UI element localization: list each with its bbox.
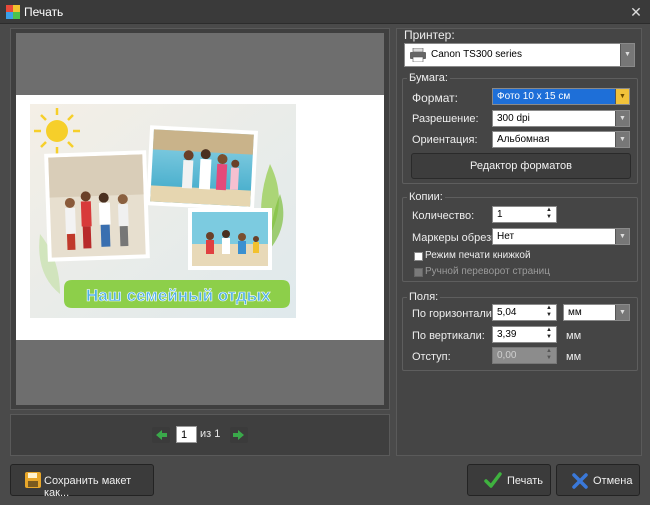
arrow-right-icon	[230, 427, 248, 443]
prev-page-button[interactable]	[152, 427, 170, 443]
floppy-disk-icon	[25, 472, 41, 491]
preview-collage-image: Наш семейный отдых	[30, 104, 296, 318]
crop-marks-select-value: Нет	[497, 231, 515, 242]
close-button[interactable]: ✕	[626, 2, 646, 22]
format-select[interactable]: Фото 10 x 15 см ▼	[492, 88, 630, 105]
printer-select-value: Canon TS300 series	[431, 49, 522, 60]
format-select-value: Фото 10 x 15 см	[497, 91, 571, 102]
resolution-select-value: 300 dpi	[497, 113, 530, 124]
vertical-margin-unit: мм	[566, 330, 582, 342]
manual-flip-label: Ручной переворот страниц	[425, 266, 550, 277]
format-editor-button[interactable]: Редактор форматов	[411, 153, 631, 179]
crop-marks-select[interactable]: Нет ▼	[492, 228, 630, 245]
format-label: Формат:	[412, 91, 458, 105]
chevron-down-icon: ▼	[615, 132, 629, 147]
orientation-label: Ориентация:	[412, 134, 478, 146]
orientation-select-value: Альбомная	[497, 134, 550, 145]
save-layout-label: Сохранить макет как...	[44, 475, 132, 499]
save-layout-button[interactable]: Сохранить макет как...	[10, 464, 154, 499]
vertical-margin-spinner[interactable]: 3,39 ▲ ▼	[492, 326, 557, 343]
collage-caption: Наш семейный отдых	[86, 286, 271, 305]
print-label: Печать	[507, 475, 544, 487]
vertical-margin-value: 3,39	[497, 329, 517, 340]
indent-value: 0,00	[497, 350, 517, 361]
checkmark-icon	[484, 471, 502, 492]
booklet-mode-checkbox[interactable]	[414, 252, 423, 261]
copies-count-value: 1	[497, 209, 503, 220]
margin-unit-select[interactable]: мм ▼	[563, 304, 630, 321]
printer-label: Принтер:	[404, 28, 455, 42]
chevron-down-icon: ▼	[615, 89, 629, 104]
spinner-arrows-icon[interactable]: ▲ ▼	[544, 327, 554, 342]
app-icon	[6, 5, 20, 19]
arrow-left-icon	[152, 427, 170, 443]
count-label: Количество:	[412, 210, 475, 222]
cancel-label: Отмена	[593, 475, 633, 487]
chevron-down-icon: ▼	[615, 229, 629, 244]
manual-flip-checkbox[interactable]	[414, 268, 423, 277]
vertical-margin-label: По вертикали:	[412, 330, 485, 342]
indent-label: Отступ:	[412, 351, 451, 363]
close-x-icon	[571, 472, 589, 493]
booklet-mode-label: Режим печати книжкой	[425, 250, 531, 261]
page-number-input[interactable]	[176, 426, 197, 443]
spinner-arrows-icon[interactable]: ▲ ▼	[544, 305, 554, 320]
resolution-label: Разрешение:	[412, 113, 479, 125]
margin-unit-value: мм	[568, 307, 582, 318]
spinner-arrows-icon: ▲ ▼	[546, 348, 552, 361]
printer-select[interactable]: Canon TS300 series ▼	[404, 43, 635, 67]
resolution-select[interactable]: 300 dpi ▼	[492, 110, 630, 127]
chevron-down-icon: ▼	[615, 305, 629, 320]
horizontal-margin-label: По горизонтали:	[412, 308, 495, 320]
chevron-down-icon: ▼	[615, 111, 629, 126]
margins-group-title: Поля:	[407, 291, 441, 303]
paper-group-title: Бумага:	[407, 72, 450, 84]
indent-unit: мм	[566, 351, 582, 363]
horizontal-margin-value: 5,04	[497, 307, 517, 318]
page-count-label: из 1	[200, 428, 221, 440]
orientation-select[interactable]: Альбомная ▼	[492, 131, 630, 148]
spinner-arrows-icon[interactable]: ▲ ▼	[544, 207, 554, 222]
horizontal-margin-spinner[interactable]: 5,04 ▲ ▼	[492, 304, 557, 321]
title-bar	[0, 0, 650, 24]
print-button[interactable]: Печать	[467, 464, 551, 496]
next-page-button[interactable]	[230, 427, 248, 443]
copies-count-spinner[interactable]: 1 ▲ ▼	[492, 206, 557, 223]
cancel-button[interactable]: Отмена	[556, 464, 640, 496]
window-title: Печать	[24, 5, 64, 19]
copies-group-title: Копии:	[407, 191, 445, 203]
indent-spinner[interactable]: 0,00 ▲ ▼	[492, 347, 557, 364]
chevron-down-icon: ▼	[620, 44, 634, 66]
printer-icon	[410, 47, 426, 65]
